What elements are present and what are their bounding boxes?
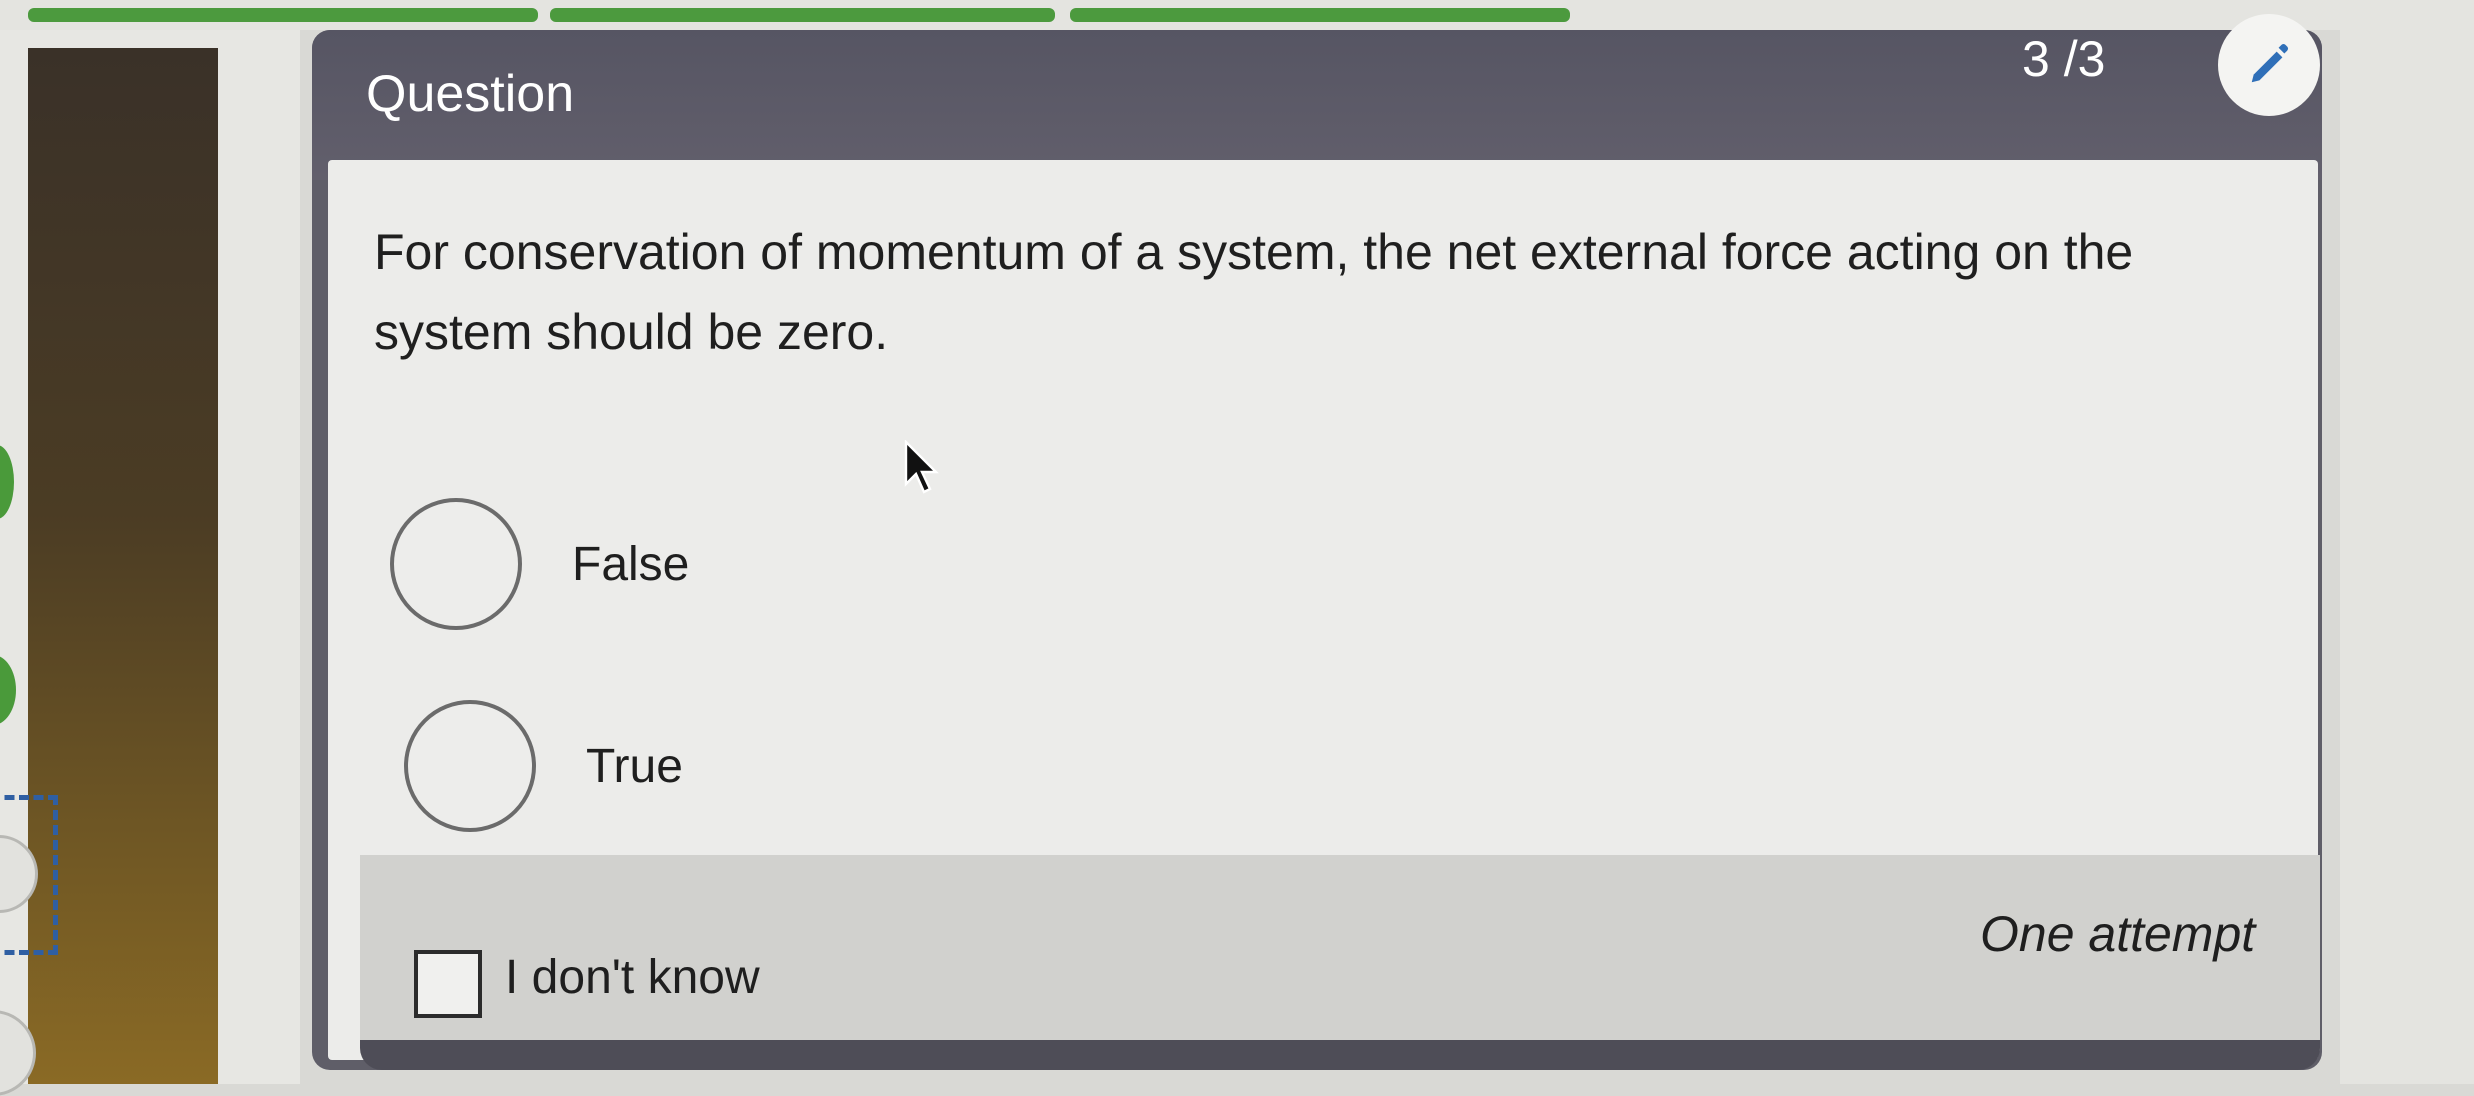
progress-segment-3 [1070,8,1570,22]
right-panel [2340,0,2474,1084]
dont-know-label[interactable]: I don't know [505,950,760,1005]
progress-bar [0,0,2474,30]
option-label-false: False [572,537,690,591]
edit-button[interactable] [2218,14,2320,116]
answer-option-false[interactable]: False [390,498,689,630]
answer-option-true[interactable]: True [404,700,683,832]
pencil-icon [2251,44,2289,83]
option-label-true: True [586,739,683,793]
radio-true[interactable] [404,700,536,832]
progress-segment-1 [28,8,538,22]
footer-edge [360,1040,2320,1070]
progress-segment-2 [550,8,1055,22]
question-counter: 3 /3 [2022,31,2106,87]
mouse-cursor-icon [904,440,939,494]
attempts-label: One attempt [1980,906,2256,962]
question-header [312,30,2322,180]
question-title: Question [366,65,575,123]
radio-false[interactable] [390,498,522,630]
dont-know-checkbox[interactable] [414,950,482,1018]
question-text: For conservation of momentum of a system… [374,224,2134,360]
